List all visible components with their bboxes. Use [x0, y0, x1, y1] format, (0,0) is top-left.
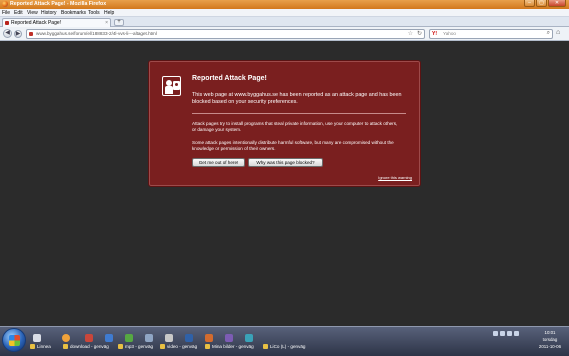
maximize-button[interactable]: ▢ — [536, 0, 547, 7]
folder-icon — [205, 344, 210, 349]
window-title: Reported Attack Page! - Mozilla Firefox — [10, 1, 107, 7]
attack-site-badge-icon — [162, 76, 181, 96]
task-download[interactable]: download - genväg — [63, 344, 109, 353]
window-controls: – ▢ ✕ — [524, 0, 566, 8]
menu-help[interactable]: Help — [104, 10, 114, 16]
menu-view[interactable]: View — [27, 10, 38, 16]
task-lico[interactable]: LiCo (L) - genväg — [263, 344, 306, 353]
get-me-out-button[interactable]: Get me out of here! — [192, 158, 245, 167]
network-icon[interactable] — [507, 331, 512, 336]
taskbar: Linnea download - genväg mp3 - genväg vi… — [0, 326, 569, 356]
clock-day: torsdag — [542, 337, 558, 342]
volume-icon[interactable] — [514, 331, 519, 336]
tray-icon-2[interactable] — [500, 331, 505, 336]
menu-edit[interactable]: Edit — [14, 10, 23, 16]
app-icon-1[interactable] — [85, 334, 93, 342]
site-warning-icon — [29, 32, 33, 36]
address-bar[interactable]: www.byggahus.se/forum/el/188833-2/4l-vvs… — [26, 29, 425, 39]
tab-bar: Reported Attack Page! × + — [0, 17, 569, 27]
start-button[interactable] — [2, 328, 26, 352]
warning-lead-text: This web page at www.byggahus.se has bee… — [192, 92, 402, 105]
navigation-toolbar: ◀ ▶ www.byggahus.se/forum/el/188833-2/4l… — [0, 27, 569, 41]
back-button[interactable]: ◀ — [3, 29, 12, 38]
explorer-icon[interactable] — [33, 334, 41, 342]
app-icon-7[interactable] — [205, 334, 213, 342]
system-tray — [493, 331, 529, 341]
divider — [192, 113, 406, 114]
yahoo-search-engine-icon[interactable]: Y! — [432, 31, 437, 37]
search-input[interactable]: Yahoo — [443, 31, 456, 36]
warning-heading: Reported Attack Page! — [192, 75, 267, 82]
task-video[interactable]: video - genväg — [160, 344, 197, 353]
folder-icon — [160, 344, 165, 349]
bookmark-star-icon[interactable]: ☆ — [408, 30, 413, 37]
warning-explanation-2: Some attack pages intentionally distribu… — [192, 140, 394, 151]
page-content: Reported Attack Page! This web page at w… — [0, 42, 569, 326]
firefox-taskbar-icon[interactable] — [62, 334, 70, 342]
forward-button[interactable]: ▶ — [14, 30, 22, 38]
drive-icon — [263, 344, 268, 349]
minimize-button[interactable]: – — [524, 0, 535, 7]
app-icon-8[interactable] — [225, 334, 233, 342]
folder-icon — [118, 344, 123, 349]
task-mina-bilder[interactable]: Mina bilder - genväg — [205, 344, 254, 353]
home-icon[interactable]: ⌂ — [556, 29, 560, 36]
reload-icon[interactable]: ↻ — [417, 30, 422, 37]
menu-history[interactable]: History — [41, 10, 57, 16]
ignore-warning-link[interactable]: Ignore this warning — [378, 175, 412, 180]
warning-favicon-icon — [5, 21, 9, 25]
menu-tools[interactable]: Tools — [88, 10, 100, 16]
app-icon-5[interactable] — [165, 334, 173, 342]
attack-warning-panel: Reported Attack Page! This web page at w… — [148, 60, 421, 187]
app-icon-2[interactable] — [105, 334, 113, 342]
url-text[interactable]: www.byggahus.se/forum/el/188833-2/4l-vvs… — [36, 31, 157, 36]
task-mp3[interactable]: mp3 - genväg — [118, 344, 153, 353]
app-icon-3[interactable] — [125, 334, 133, 342]
task-linnea[interactable]: Linnea — [30, 344, 51, 353]
close-window-button[interactable]: ✕ — [548, 0, 566, 7]
new-tab-button[interactable]: + — [114, 19, 124, 26]
search-go-icon[interactable]: ⌕ — [547, 30, 550, 37]
warning-explanation-1: Attack pages try to install programs tha… — [192, 121, 398, 132]
app-icon-9[interactable] — [245, 334, 253, 342]
folder-icon — [63, 344, 68, 349]
clock[interactable]: 10:01 torsdag 2011-10-06 — [533, 329, 567, 350]
firefox-icon — [2, 1, 8, 7]
why-blocked-button[interactable]: Why was this page blocked? — [248, 158, 323, 167]
menu-bookmarks[interactable]: Bookmarks — [61, 10, 86, 16]
search-box[interactable]: Y! Yahoo ⌕ — [429, 29, 553, 39]
window-titlebar: Reported Attack Page! - Mozilla Firefox … — [0, 0, 569, 9]
tab-label: Reported Attack Page! — [11, 20, 62, 26]
tab-reported-attack-page[interactable]: Reported Attack Page! × — [2, 18, 111, 27]
windows-logo-icon — [9, 335, 20, 346]
clock-time: 10:01 — [544, 330, 556, 335]
tray-icon-1[interactable] — [493, 331, 498, 336]
menu-bar: File Edit View History Bookmarks Tools H… — [0, 9, 569, 17]
clock-date: 2011-10-06 — [538, 344, 562, 349]
app-icon-4[interactable] — [145, 334, 153, 342]
folder-icon — [30, 344, 35, 349]
app-icon-6[interactable] — [185, 334, 193, 342]
menu-file[interactable]: File — [2, 10, 10, 16]
close-tab-icon[interactable]: × — [105, 20, 108, 26]
